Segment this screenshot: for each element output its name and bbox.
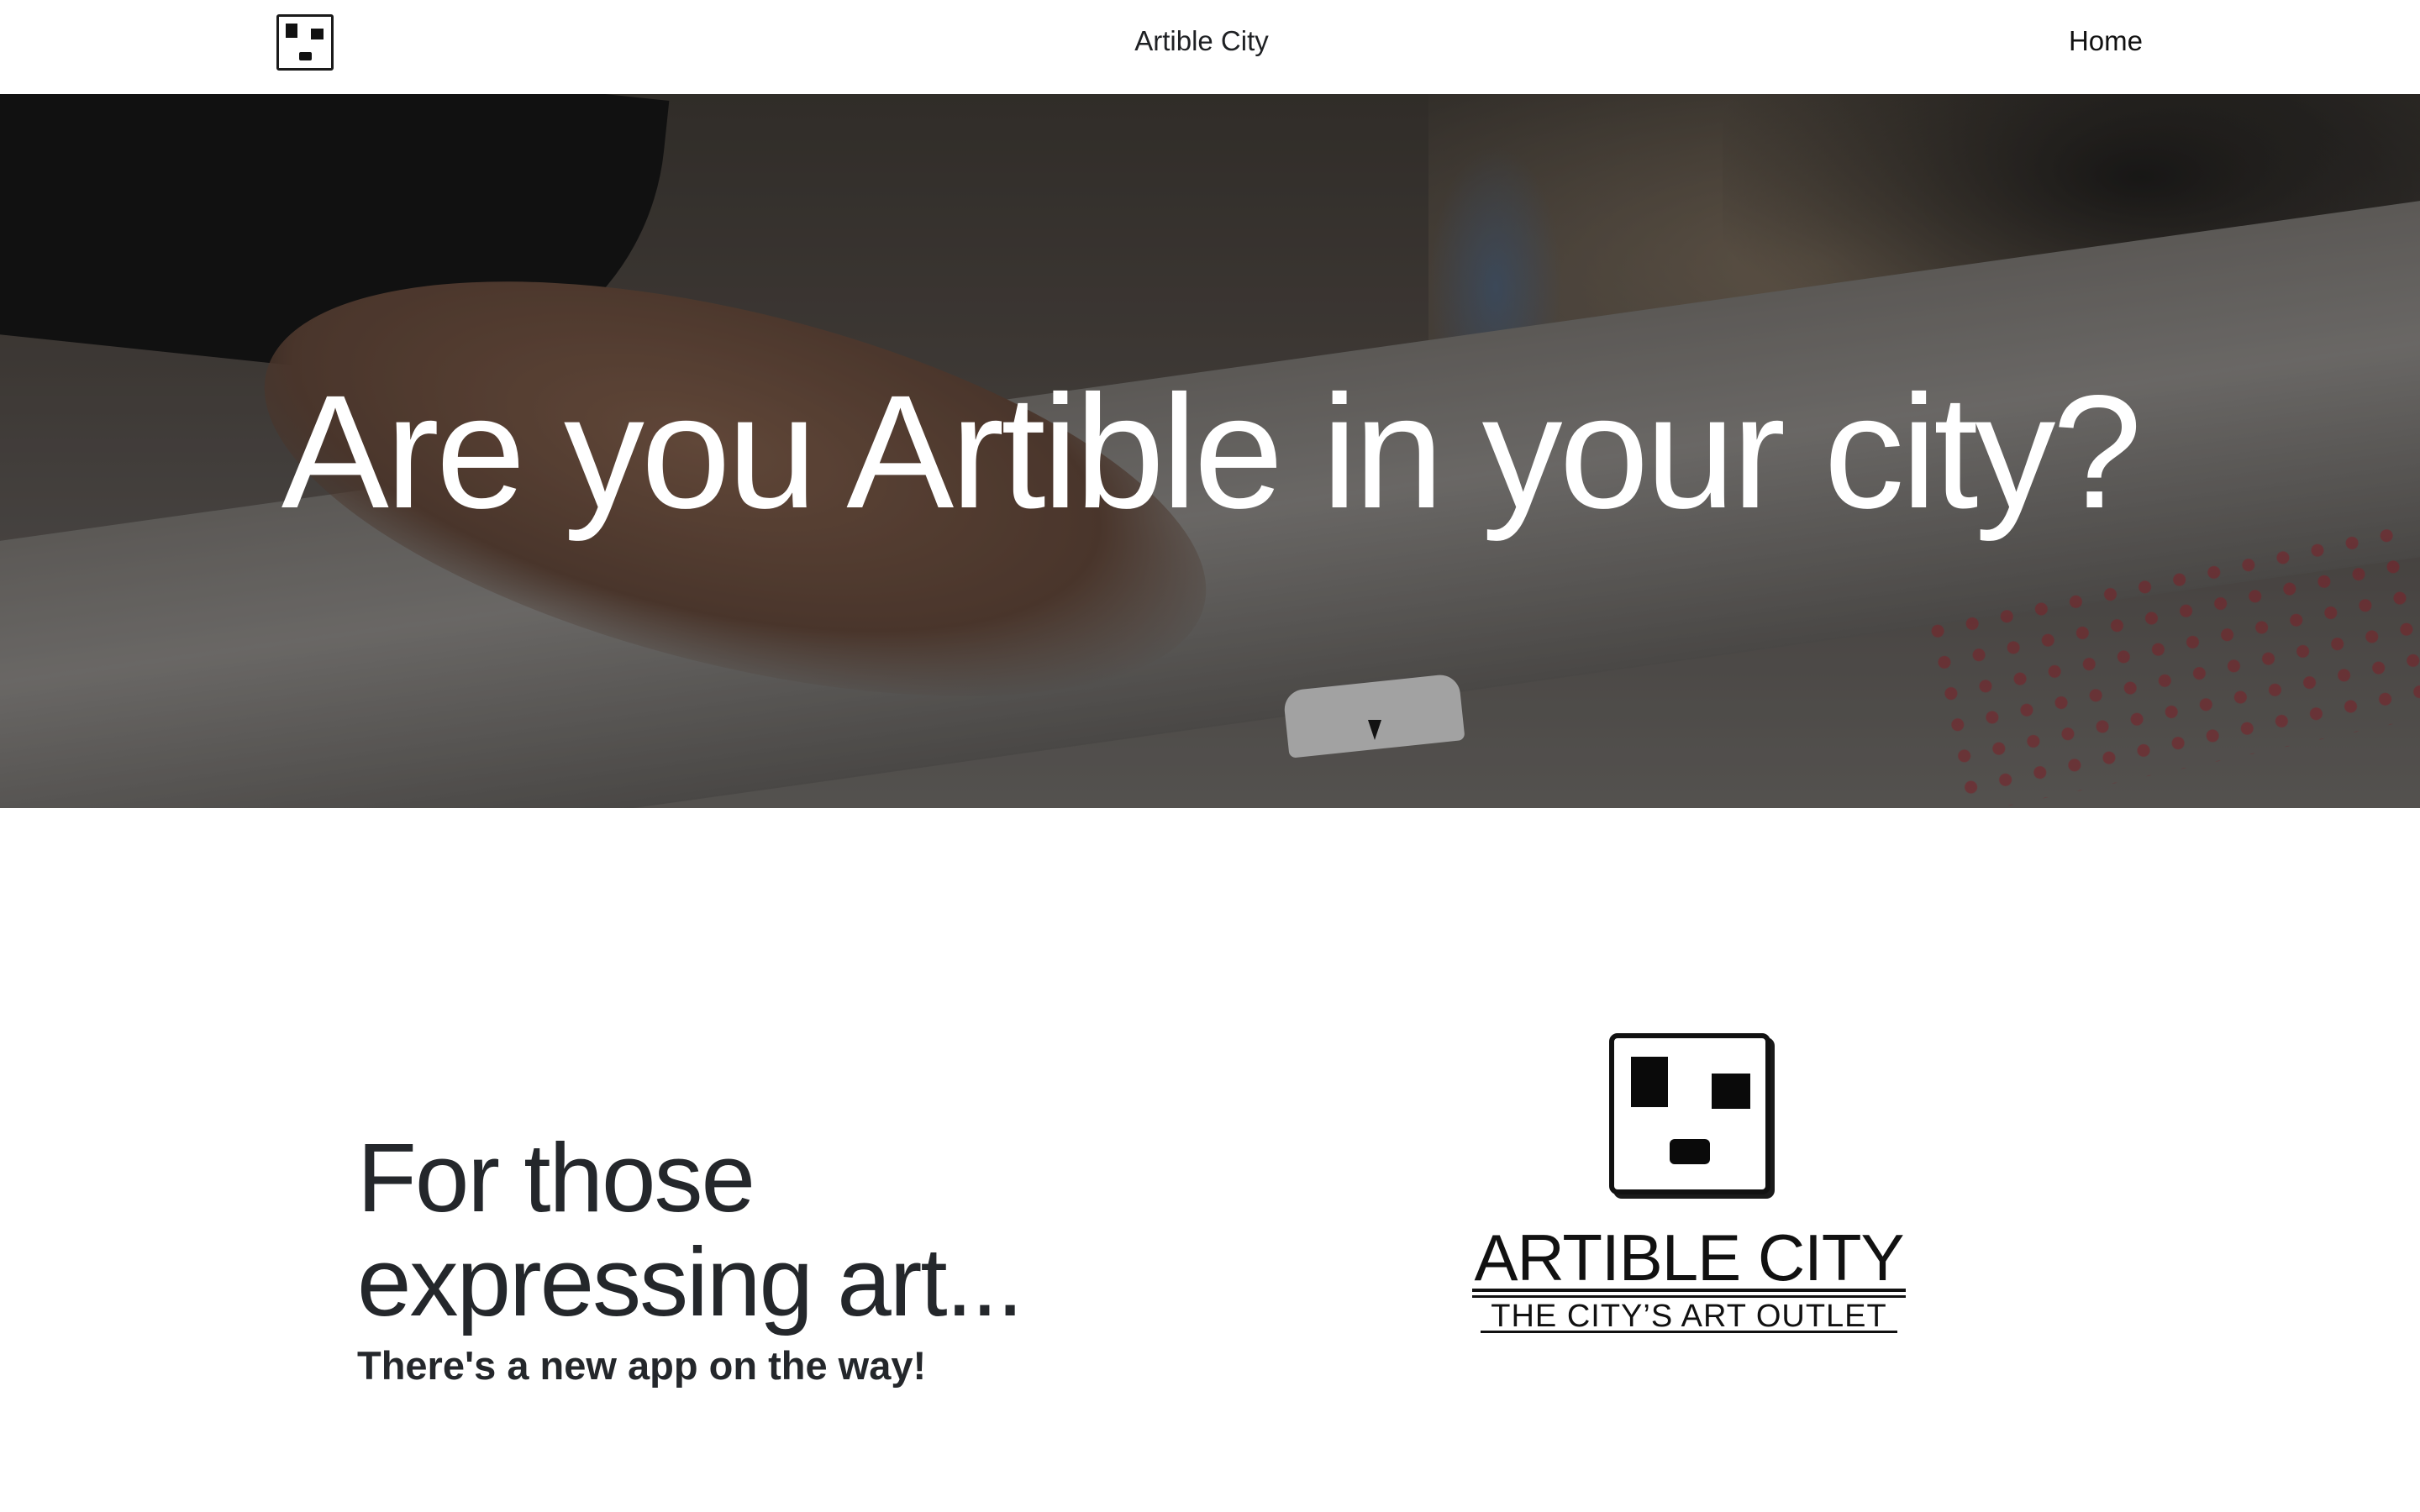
- logo-square-left: [286, 24, 297, 38]
- logo-eye-left: [1631, 1057, 1668, 1107]
- logo-motto: THE CITY’S ART OUTLET: [1491, 1299, 1887, 1334]
- hero-title: Are you Artible in your city?: [281, 361, 2142, 542]
- artible-city-logo: ARTIBLE CITY THE CITY’S ART OUTLET: [1470, 1033, 1907, 1336]
- logo-square-bottom: [299, 52, 312, 60]
- hero-banner: Are you Artible in your city?: [0, 94, 2420, 808]
- intro-tagline: For those expressing art...: [357, 1123, 1023, 1336]
- logo-square-right: [311, 29, 324, 39]
- logo-name: ARTIBLE CITY: [1474, 1221, 1904, 1294]
- nav-logo-icon[interactable]: [276, 14, 334, 71]
- nav-home-link[interactable]: Home: [2017, 25, 2143, 57]
- logo-face-icon: [1609, 1033, 1770, 1194]
- logo-mouth: [1670, 1139, 1710, 1164]
- nav-brand-link[interactable]: Artible City: [1050, 25, 1353, 57]
- logo-rule-bottom: [1481, 1331, 1897, 1333]
- logo-rule-middle: [1472, 1295, 1906, 1298]
- logo-rule-top: [1472, 1289, 1906, 1292]
- logo-eye-right: [1712, 1074, 1750, 1109]
- navbar: Artible City Home: [0, 0, 2420, 94]
- intro-subtext: There's a new app on the way!: [357, 1343, 927, 1388]
